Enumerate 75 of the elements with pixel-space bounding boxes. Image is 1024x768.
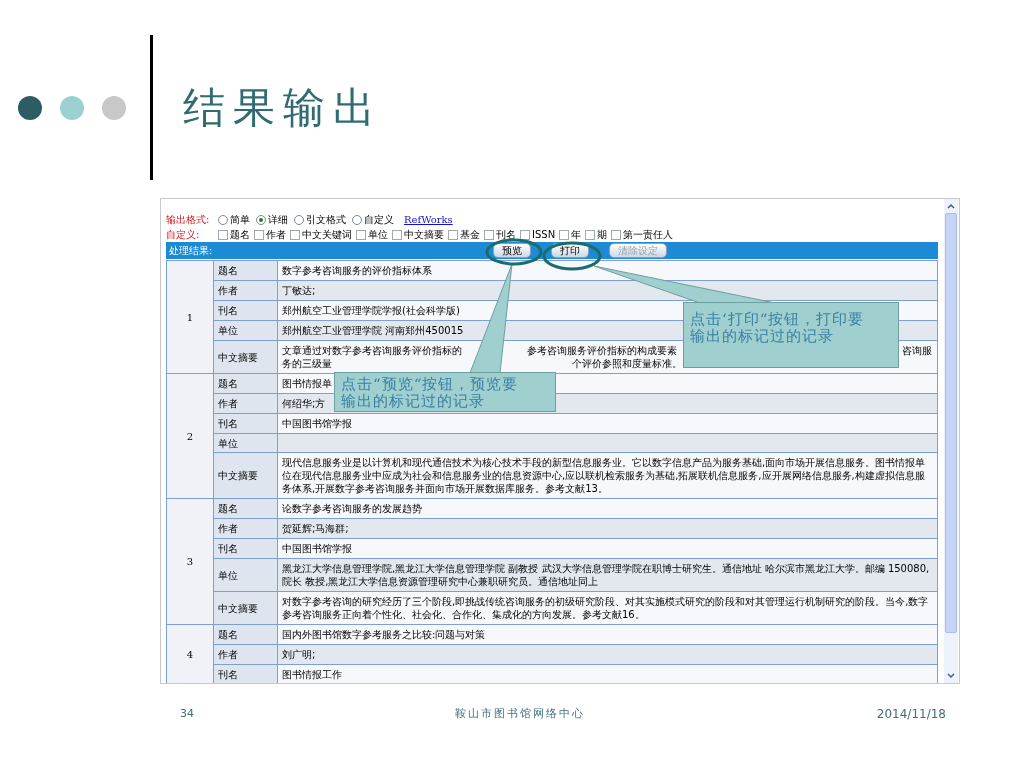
field-value: 务的三级量 (282, 358, 332, 369)
record-number: 4 (166, 624, 214, 683)
checkbox[interactable] (585, 229, 596, 240)
field-value: 郑州航空工业管理学院学报(社会科学版) (282, 305, 460, 316)
checkbox[interactable] (559, 229, 570, 240)
format-option[interactable]: 引文格式 (294, 212, 346, 227)
field-value: 中国图书馆学报 (282, 543, 352, 554)
field-value: 中国图书馆学报 (282, 418, 352, 429)
radio-button[interactable] (294, 214, 304, 225)
checkbox[interactable] (356, 229, 366, 240)
field-label: 中文摘要 (213, 452, 278, 499)
field-value: 论数字参考咨询服务的发展趋势 (282, 503, 422, 514)
format-option[interactable]: 自定义 (352, 212, 394, 227)
checkbox[interactable] (218, 229, 228, 240)
highlight-ring (485, 238, 543, 266)
radio-button[interactable] (256, 214, 266, 225)
field-option[interactable]: 基金 (448, 227, 480, 242)
record-number: 3 (166, 498, 214, 625)
field-value: 黑龙江大学信息管理学院,黑龙江大学信息管理学院 副教授 武汉大学信息管理学院在职博士研究生。通信地址 哈尔滨市黑龙江大学。邮编 150080,院长 教授,黑龙江大学信息资源管理研究中心兼职研究员。通信地址同上 (282, 563, 930, 587)
page-number: 34 (180, 705, 195, 722)
field-value: 刘广明; (282, 649, 316, 660)
checkbox[interactable] (448, 229, 458, 240)
field-value: 图书情报工作 (282, 669, 342, 680)
footer-text: 鞍山市图书馆网络中心 (455, 705, 585, 722)
field-option[interactable]: 题名 (218, 227, 250, 242)
callout: 点击‘打印“按钮，打印要 输出的标记过的记录 (683, 302, 899, 368)
field-value: 何绍华;方 (282, 398, 326, 409)
field-option[interactable]: 中文关键词 (290, 227, 352, 242)
field-value: 文章通过对数字参考咨询服务评价指标的 (282, 345, 462, 356)
format-option[interactable]: 简单 (218, 212, 250, 227)
record-number: 2 (166, 373, 214, 499)
scrollbar[interactable] (944, 199, 958, 683)
radio-button[interactable] (352, 214, 362, 225)
slide-date: 2014/11/18 (876, 706, 946, 723)
field-value: 丁敏达; (282, 285, 316, 296)
field-value: 个评价参照和度量标准。 (572, 358, 682, 369)
field-value: 数字参考咨询服务的评价指标体系 (282, 265, 432, 276)
format-label: 输出格式: (166, 213, 211, 227)
record-number: 1 (166, 260, 214, 374)
field-option[interactable]: 中文摘要 (392, 227, 444, 242)
field-value: 参考咨询服务评价指标的构成要素 (527, 345, 677, 356)
field-option[interactable]: 第一责任人 (611, 227, 674, 242)
field-option[interactable]: 作者 (254, 227, 286, 242)
field-value: 咨询服 (902, 345, 932, 356)
field-option[interactable]: 单位 (356, 227, 388, 242)
toolbar-button[interactable]: 预览 (493, 243, 531, 258)
checkbox[interactable] (290, 229, 300, 240)
field-option[interactable]: 年 (559, 227, 582, 242)
format-option[interactable]: 详细 (256, 212, 288, 227)
field-value: 对数字参考咨询的研究经历了三个阶段,即挑战传统咨询服务的初级研究阶段、对其实施模式研究的阶段和对其管理运行机制研究的阶段。当今,数字参考咨询服务正向着个性化、社会化、合作化、集成化的方向发展。参考文献16。 (282, 596, 929, 620)
checkbox[interactable] (520, 229, 530, 240)
results-label: 处理结果: (168, 244, 213, 258)
field-option[interactable]: 刊名 (484, 227, 516, 242)
refworks-link[interactable]: RefWorks (404, 212, 453, 227)
field-label: 中文摘要 (213, 591, 278, 625)
field-option[interactable]: 期 (585, 227, 608, 242)
callout: 点击“预览“按钮，预览要 输出的标记过的记录 (334, 372, 556, 412)
scroll-thumb[interactable] (945, 213, 957, 633)
highlight-ring (542, 241, 602, 271)
custom-label: 自定义: (166, 228, 201, 242)
checkbox[interactable] (484, 229, 494, 240)
radio-button[interactable] (218, 214, 228, 225)
checkbox[interactable] (392, 229, 402, 240)
field-value: 图书情报单 (282, 378, 332, 389)
field-label: 中文摘要 (213, 340, 278, 374)
field-value: 郑州航空工业管理学院 河南郑州450015 (282, 325, 464, 336)
field-label: 题名 (213, 260, 278, 281)
slide-title: 结果输出 (183, 82, 383, 134)
checkbox[interactable] (254, 229, 264, 240)
checkbox[interactable] (611, 229, 622, 240)
field-option[interactable]: ISSN (520, 227, 556, 242)
field-value: 现代信息服务业是以计算机和现代通信技术为核心技术手段的新型信息服务业。它以数字信息产品为服务基础,面向市场开展信息服务。图书情报单位在现代信息服务业中应成为社会和信息服务业的信息资源中心,应以联机检索服务为基础,拓展联机信息服务,应开展网络信息服务,构建虚拟信息服务体系,开展数字参考咨询服务并面向市场开展数据库服务。参考文献13。 (282, 457, 926, 494)
field-value: 国内外图书馆数字参考服务之比较:问题与对策 (282, 629, 486, 640)
field-value: 贺延辉;马海群; (282, 523, 349, 534)
field-label: 单位 (213, 558, 278, 592)
